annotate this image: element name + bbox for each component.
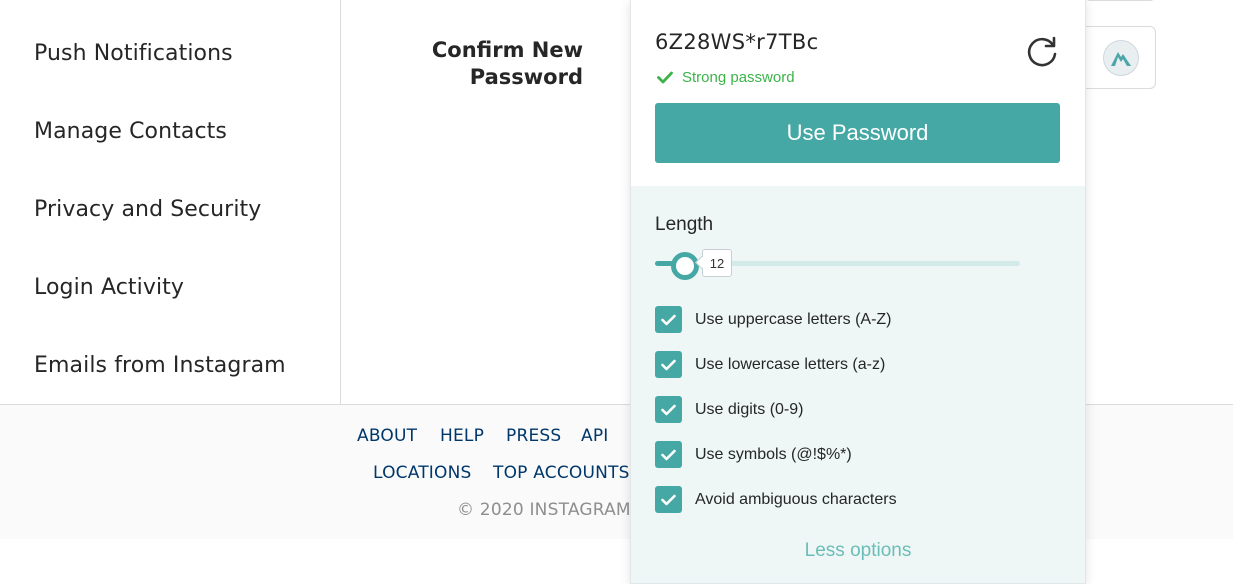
- check-icon: [661, 359, 676, 370]
- generator-options-panel: Length 12 Use uppercase letters (A-Z) Us…: [631, 186, 1085, 583]
- option-digits[interactable]: Use digits (0-9): [655, 396, 803, 423]
- footer-link-top-accounts[interactable]: TOP ACCOUNTS: [493, 463, 630, 483]
- avoid-ambiguous-label: Avoid ambiguous characters: [695, 490, 897, 508]
- footer-link-help[interactable]: HELP: [440, 426, 484, 446]
- confirm-label-line2: Password: [469, 65, 583, 89]
- check-icon: [661, 314, 676, 325]
- sidebar-item-push-notifications[interactable]: Push Notifications: [34, 41, 233, 66]
- password-generator-popup: 6Z28WS*r7TBc Strong password Use Passwor…: [630, 0, 1086, 584]
- footer-link-api[interactable]: API: [581, 426, 609, 446]
- confirm-password-label: Confirm New Password: [363, 37, 583, 91]
- new-password-field-edge[interactable]: [1084, 0, 1156, 1]
- option-avoid-ambiguous[interactable]: Avoid ambiguous characters: [655, 486, 897, 513]
- option-uppercase[interactable]: Use uppercase letters (A-Z): [655, 306, 892, 333]
- uppercase-checkbox[interactable]: [655, 306, 682, 333]
- footer-link-locations[interactable]: LOCATIONS: [373, 463, 472, 483]
- symbols-checkbox[interactable]: [655, 441, 682, 468]
- confirm-label-line1: Confirm New: [431, 38, 583, 62]
- check-icon: [661, 449, 676, 460]
- length-value-tooltip: 12: [702, 249, 732, 277]
- option-lowercase[interactable]: Use lowercase letters (a-z): [655, 351, 885, 378]
- sidebar-item-privacy-security[interactable]: Privacy and Security: [34, 197, 261, 222]
- settings-sidebar: Push Notifications Manage Contacts Priva…: [0, 0, 341, 404]
- check-icon: [661, 494, 676, 505]
- password-strength-label: Strong password: [682, 69, 795, 86]
- sidebar-item-emails-from-instagram[interactable]: Emails from Instagram: [34, 353, 286, 378]
- check-icon: [661, 404, 676, 415]
- sidebar-item-login-activity[interactable]: Login Activity: [34, 275, 184, 300]
- avoid-ambiguous-checkbox[interactable]: [655, 486, 682, 513]
- sidebar-item-manage-contacts[interactable]: Manage Contacts: [34, 119, 227, 144]
- refresh-icon[interactable]: [1024, 34, 1060, 70]
- generated-password: 6Z28WS*r7TBc: [655, 30, 819, 54]
- lowercase-checkbox[interactable]: [655, 351, 682, 378]
- password-strength: Strong password: [657, 69, 795, 86]
- nordpass-mountain-icon: [1111, 52, 1131, 66]
- footer-link-about[interactable]: ABOUT: [357, 426, 417, 446]
- length-slider-thumb[interactable]: [671, 252, 699, 280]
- uppercase-label: Use uppercase letters (A-Z): [695, 310, 892, 328]
- footer-link-press[interactable]: PRESS: [506, 426, 561, 446]
- lowercase-label: Use lowercase letters (a-z): [695, 355, 886, 373]
- generator-header: 6Z28WS*r7TBc Strong password Use Passwor…: [631, 0, 1085, 186]
- option-symbols[interactable]: Use symbols (@!$%*): [655, 441, 852, 468]
- digits-label: Use digits (0-9): [695, 400, 804, 418]
- less-options-link[interactable]: Less options: [631, 540, 1085, 562]
- footer-copyright: © 2020 INSTAGRAM: [457, 500, 631, 520]
- checkmark-icon: [657, 71, 673, 84]
- length-label: Length: [655, 214, 714, 235]
- symbols-label: Use symbols (@!$%*): [695, 445, 852, 463]
- use-password-button[interactable]: Use Password: [655, 103, 1060, 163]
- digits-checkbox[interactable]: [655, 396, 682, 423]
- password-manager-icon[interactable]: [1103, 40, 1139, 76]
